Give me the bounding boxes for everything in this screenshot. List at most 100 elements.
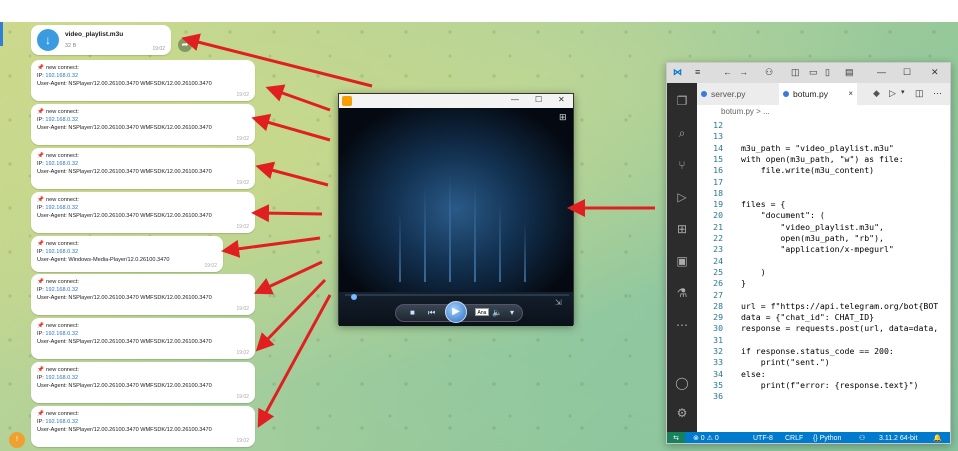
interpreter-status[interactable]: 3.11.2 64-bit [879,432,917,443]
source-control-icon[interactable]: ⑂ [674,157,690,173]
close-tab-icon[interactable]: × [848,83,853,105]
close-icon[interactable]: ✕ [931,67,939,78]
problems-status[interactable]: ⊗ 0 ⚠ 0 [693,432,719,443]
copilot-icon[interactable]: ⚇ [765,67,773,78]
code-line[interactable]: 30 response = requests.post(url, data=dat… [697,323,938,334]
account-icon[interactable]: ◯ [674,375,690,391]
ip-link[interactable]: 192.168.0.32 [45,375,78,381]
python-run-icon[interactable]: ◆ [873,88,880,99]
video-area[interactable]: ⊞ [339,108,573,292]
sidebar-icon[interactable]: ▯ [825,67,830,78]
code-line[interactable]: 23 "application/x-mpegurl" [697,244,894,255]
copilot-status-icon[interactable]: ⚇ [859,432,865,443]
connect-message[interactable]: 📌 new connect: IP: 192.168.0.32 User-Agen… [31,318,255,359]
connect-message[interactable]: 📌 new connect: IP: 192.168.0.32 User-Agen… [31,192,255,233]
remote-explorer-icon[interactable]: ▣ [674,253,690,269]
split-editor-icon[interactable]: ◫ [915,88,924,99]
notifications-icon[interactable]: 🔔 [933,432,942,443]
encoding-status[interactable]: UTF-8 [753,432,773,443]
search-icon[interactable]: ⌕ [674,125,690,141]
chevron-down-icon[interactable]: ▾ [510,308,514,317]
code-line[interactable]: 16 file.write(m3u_content) [697,165,874,176]
more-icon[interactable]: ⋯ [674,317,690,333]
tab-botum-py[interactable]: botum.py × [779,83,857,105]
code-line[interactable]: 13 [697,131,741,142]
close-icon[interactable]: ✕ [558,95,565,104]
code-line[interactable]: 27 [697,290,741,301]
code-line[interactable]: 20 "document": ( [697,210,825,221]
language-status[interactable]: {} Python [813,432,841,443]
extensions-icon[interactable]: ⊞ [674,221,690,237]
compact-view-icon[interactable]: ⊞ [559,112,567,123]
tab-server-py[interactable]: server.py [697,83,777,105]
code-line[interactable]: 12 [697,120,741,131]
minimize-icon[interactable]: — [511,95,519,104]
connect-message[interactable]: 📌 new connect: IP: 192.168.0.32 User-Agen… [31,362,255,403]
ip-link[interactable]: 192.168.0.32 [45,117,78,123]
download-icon[interactable]: ↓ [37,29,59,51]
minimize-icon[interactable]: — [877,67,886,77]
code-line[interactable]: 33 print("sent.") [697,357,830,368]
code-line[interactable]: 15 with open(m3u_path, "w") as file: [697,154,904,165]
code-line[interactable]: 25 ) [697,267,766,278]
breadcrumb[interactable]: botum.py > ... [697,105,950,118]
panel-icon[interactable]: ▭ [809,67,818,78]
code-line[interactable]: 34 else: [697,369,766,380]
share-icon[interactable]: ➦ [178,38,192,52]
code-line[interactable]: 36 [697,391,741,402]
remote-indicator[interactable]: ⇆ [667,432,685,443]
previous-icon[interactable]: ⏮ [428,308,435,318]
ip-link[interactable]: 192.168.0.32 [45,287,78,293]
run-debug-icon[interactable]: ▷ [674,189,690,205]
seek-bar[interactable] [345,294,569,300]
ip-link[interactable]: 192.168.0.32 [45,419,78,425]
customize-layout-icon[interactable]: ▤ [845,67,854,78]
player-title-bar[interactable]: — ☐ ✕ [339,94,573,108]
code-line[interactable]: 14 m3u_path = "video_playlist.m3u" [697,143,894,154]
stop-icon[interactable]: ■ [410,308,415,317]
switch-view-icon[interactable]: ⇲ [555,298,562,307]
connect-message[interactable]: 📌 new connect: IP: 192.168.0.32 User-Agen… [31,104,255,145]
avatar[interactable]: ! [9,432,25,448]
chevron-down-icon[interactable]: ▾ [901,88,905,96]
back-icon[interactable]: ← [723,67,732,77]
code-line[interactable]: 17 [697,177,741,188]
media-player-window[interactable]: — ☐ ✕ ⊞ ■ ⏮ 🔈 ▾ ▶ Ana ⇲ [338,93,574,326]
ip-link[interactable]: 192.168.0.32 [45,249,78,255]
vscode-window[interactable]: ⋈ ≡ ← → ⚇ ◫ ▭ ▯ ▤ — ☐ ✕ ❐ ⌕ ⑂ ▷ ⊞ ▣ ⚗ ⋯ … [666,62,951,444]
ip-link[interactable]: 192.168.0.32 [45,331,78,337]
ip-link[interactable]: 192.168.0.32 [45,73,78,79]
connect-message[interactable]: 📌 new connect: IP: 192.168.0.32 User-Agen… [31,148,255,189]
ana-button[interactable]: Ana [475,308,489,316]
more-actions-icon[interactable]: ⋯ [933,88,942,99]
testing-icon[interactable]: ⚗ [674,285,690,301]
code-line[interactable]: 29 data = {"chat_id": CHAT_ID} [697,312,874,323]
connect-message[interactable]: 📌 new connect: IP: 192.168.0.32 User-Agen… [31,236,223,272]
code-line[interactable]: 32 if response.status_code == 200: [697,346,894,357]
code-line[interactable]: 28 url = f"https://api.telegram.org/bot{B… [697,301,938,312]
menu-icon[interactable]: ≡ [695,67,700,77]
layout-icon[interactable]: ◫ [791,67,800,78]
eol-status[interactable]: CRLF [785,432,803,443]
maximize-icon[interactable]: ☐ [903,67,911,78]
gear-icon[interactable]: ⚙ [674,405,690,421]
connect-message[interactable]: 📌 new connect: IP: 192.168.0.32 User-Agen… [31,60,255,101]
code-line[interactable]: 24 [697,256,741,267]
code-line[interactable]: 26} [697,278,746,289]
explorer-icon[interactable]: ❐ [674,93,690,109]
ip-link[interactable]: 192.168.0.32 [45,205,78,211]
forward-icon[interactable]: → [739,67,748,77]
seek-handle[interactable] [351,294,357,300]
run-icon[interactable]: ▷ [889,88,896,99]
code-editor[interactable]: 12 13 14 m3u_path = "video_playlist.m3u" 15 w… [697,118,950,432]
code-line[interactable]: 22 open(m3u_path, "rb"), [697,233,884,244]
connect-message[interactable]: 📌 new connect: IP: 192.168.0.32 User-Agen… [31,406,255,447]
code-line[interactable]: 35 print(f"error: {response.text}") [697,380,918,391]
code-line[interactable]: 31 [697,335,741,346]
maximize-icon[interactable]: ☐ [535,95,542,104]
code-line[interactable]: 18 [697,188,741,199]
code-line[interactable]: 21 "video_playlist.m3u", [697,222,884,233]
file-message[interactable]: ↓ video_playlist.m3u 32 B 19:02 [31,25,171,55]
ip-link[interactable]: 192.168.0.32 [45,161,78,167]
play-button[interactable]: ▶ [445,301,467,323]
